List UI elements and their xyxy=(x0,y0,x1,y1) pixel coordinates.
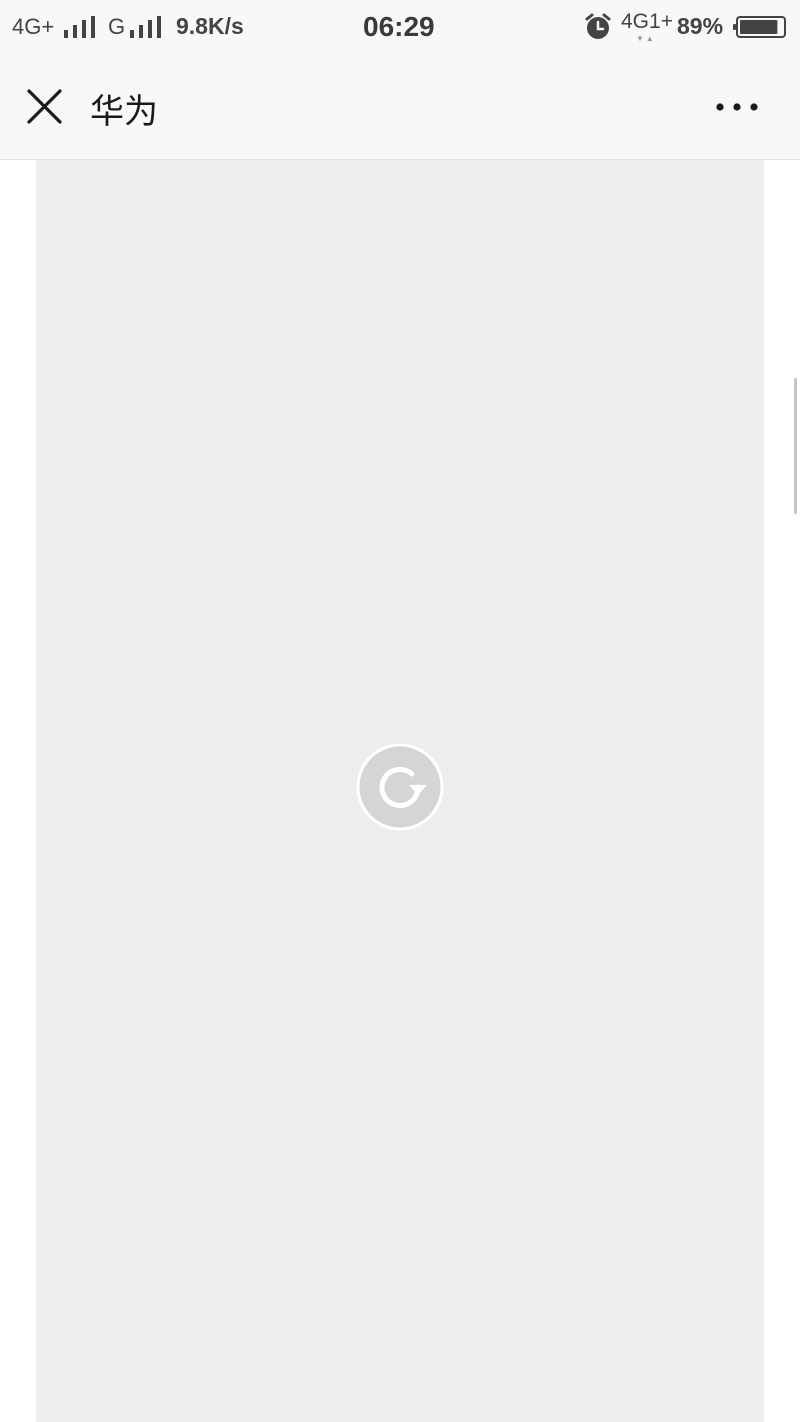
clock: 06:29 xyxy=(363,11,435,42)
data-activity-arrows: ▼▲ xyxy=(636,34,656,43)
signal-icon xyxy=(130,16,164,38)
status-bar: 4G+ G 9.8K/s 06:29 4G1+ ▼▲ 89% xyxy=(0,0,800,56)
web-content xyxy=(0,160,800,1422)
battery-percent: 89% xyxy=(677,13,724,39)
page-title: 华为 xyxy=(90,92,158,132)
signal-icon xyxy=(64,16,98,38)
reload-icon[interactable] xyxy=(356,743,444,831)
network-speed: 9.8K/s xyxy=(176,13,244,39)
title-bar: 华为 xyxy=(0,56,800,160)
battery-fill xyxy=(740,20,778,34)
app-root: 4G+ G 9.8K/s 06:29 4G1+ ▼▲ 89% 华为 xyxy=(0,0,800,1422)
close-icon[interactable] xyxy=(20,82,70,132)
scrollbar[interactable] xyxy=(794,378,797,514)
network-type-3: 4G1+ xyxy=(621,10,673,33)
network-type-1: 4G+ xyxy=(12,14,55,39)
network-type-2: G xyxy=(108,14,126,39)
battery-icon xyxy=(733,16,786,38)
alarm-icon xyxy=(585,13,611,39)
more-icon[interactable] xyxy=(708,84,766,130)
